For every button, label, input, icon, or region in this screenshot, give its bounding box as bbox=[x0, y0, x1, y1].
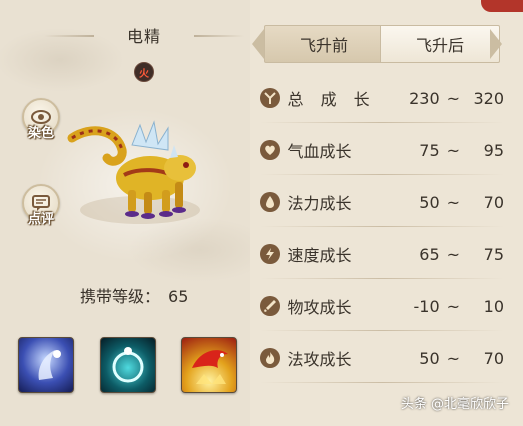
skill-icon-spirit-hand[interactable] bbox=[18, 337, 74, 393]
pet-model bbox=[67, 120, 200, 224]
stat-row-magic-attack-growth: 法攻成长 50 ~ 70 bbox=[260, 343, 505, 383]
stat-separator: ~ bbox=[446, 244, 460, 264]
stat-max: 75 bbox=[483, 244, 505, 264]
stat-max: 10 bbox=[483, 296, 505, 316]
stat-min: -10 bbox=[413, 296, 440, 316]
stat-separator: ~ bbox=[446, 140, 460, 160]
stat-max: 70 bbox=[483, 348, 505, 368]
tab-right-arrow-icon bbox=[490, 29, 502, 59]
watermark: 头条 @北毫欣欣子 bbox=[400, 397, 509, 412]
stat-name: 气血成长 bbox=[287, 142, 352, 161]
review-button[interactable]: 点评 bbox=[18, 184, 62, 228]
stat-separator: ~ bbox=[446, 348, 460, 368]
stat-min: 50 bbox=[419, 192, 440, 212]
stat-name: 法攻成长 bbox=[287, 350, 352, 369]
stat-max: 320 bbox=[473, 88, 505, 108]
tab-after-ascension[interactable]: 飞升后 bbox=[380, 25, 500, 63]
hp-growth-icon bbox=[260, 140, 280, 160]
total-growth-icon bbox=[260, 88, 280, 108]
skill-icon-teal-ring[interactable] bbox=[100, 337, 156, 393]
stat-row-physical-attack-growth: 物攻成长 -10 ~ 10 bbox=[260, 291, 505, 331]
stat-name: 总 成 长 bbox=[287, 90, 376, 109]
speed-growth-icon bbox=[260, 244, 280, 264]
stat-separator: ~ bbox=[446, 88, 460, 108]
tab-left-arrow-icon bbox=[252, 29, 264, 59]
element-label: 火 bbox=[139, 68, 149, 80]
corner-flag bbox=[481, 0, 523, 12]
stat-min: 50 bbox=[419, 348, 440, 368]
stat-separator: ~ bbox=[446, 192, 460, 212]
stat-min: 75 bbox=[419, 140, 440, 160]
stat-row-mana-growth: 法力成长 50 ~ 70 bbox=[260, 187, 505, 227]
stat-name: 速度成长 bbox=[287, 246, 352, 265]
pet-name-plate: 电精 bbox=[44, 22, 204, 48]
physical-attack-growth-icon bbox=[260, 296, 280, 316]
stat-max: 70 bbox=[483, 192, 505, 212]
stat-separator: ~ bbox=[446, 296, 460, 316]
stat-row-hp-growth: 气血成长 75 ~ 95 bbox=[260, 135, 505, 175]
carry-level-label: 携带等级： bbox=[80, 287, 161, 306]
mana-growth-icon bbox=[260, 192, 280, 212]
fire-element-icon: 火 bbox=[134, 62, 154, 82]
stat-name: 法力成长 bbox=[287, 194, 352, 213]
stat-max: 95 bbox=[483, 140, 505, 160]
magic-attack-growth-icon bbox=[260, 348, 280, 368]
stat-name: 物攻成长 bbox=[287, 298, 352, 317]
carry-level: 携带等级： 65 bbox=[80, 283, 188, 307]
stat-min: 65 bbox=[419, 244, 440, 264]
skill-icon-phoenix[interactable] bbox=[181, 337, 237, 393]
review-label: 点评 bbox=[27, 212, 54, 227]
stat-min: 230 bbox=[409, 88, 440, 108]
stat-row-speed-growth: 速度成长 65 ~ 75 bbox=[260, 239, 505, 279]
dye-label: 染色 bbox=[27, 126, 54, 141]
pet-name: 电精 bbox=[126, 27, 161, 46]
carry-level-value: 65 bbox=[168, 287, 189, 306]
stat-row-total-growth: 总 成 长 230 ~ 320 bbox=[260, 83, 505, 123]
dye-button[interactable]: 染色 bbox=[18, 98, 62, 142]
tab-before-ascension[interactable]: 飞升前 bbox=[264, 25, 384, 63]
ascension-tab-bar: 飞升前 飞升后 bbox=[252, 25, 502, 63]
